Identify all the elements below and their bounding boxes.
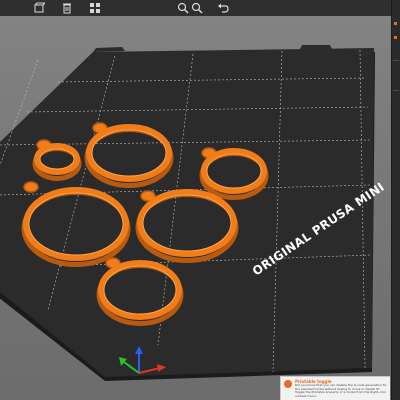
sidebar-divider: [393, 60, 399, 61]
lightbulb-icon: [284, 380, 292, 388]
3d-viewport[interactable]: ORIGINAL PRUSA MINI: [0, 0, 391, 400]
hint-notification[interactable]: Printable toggle Did you know that you c…: [280, 376, 390, 400]
undo-button[interactable]: [216, 1, 230, 15]
arrange-icon: [90, 3, 100, 13]
zoom-icon: [177, 2, 189, 14]
sidebar-accent-marker: [394, 22, 397, 25]
print-bed[interactable]: [0, 48, 374, 377]
scene-canvas[interactable]: ORIGINAL PRUSA MINI: [0, 0, 391, 400]
bed-tab-right: [300, 45, 332, 49]
add-object-button[interactable]: [32, 1, 46, 15]
sidebar-divider: [393, 90, 399, 91]
arrange-button[interactable]: [88, 1, 102, 15]
top-toolbar: [0, 0, 391, 16]
right-sidebar-edge[interactable]: [391, 0, 400, 400]
sidebar-accent-marker-2: [394, 36, 397, 39]
delete-icon: [63, 3, 71, 14]
zoom-in-button[interactable]: [176, 1, 190, 15]
delete-button[interactable]: [60, 1, 74, 15]
undo-icon: [218, 3, 229, 13]
zoom-out-icon: [191, 2, 203, 14]
hint-text: Did you know that you can disable the G-…: [295, 384, 387, 398]
bed-tab-left: [93, 47, 125, 52]
add-object-icon: [34, 2, 45, 13]
zoom-out-button[interactable]: [190, 1, 204, 15]
